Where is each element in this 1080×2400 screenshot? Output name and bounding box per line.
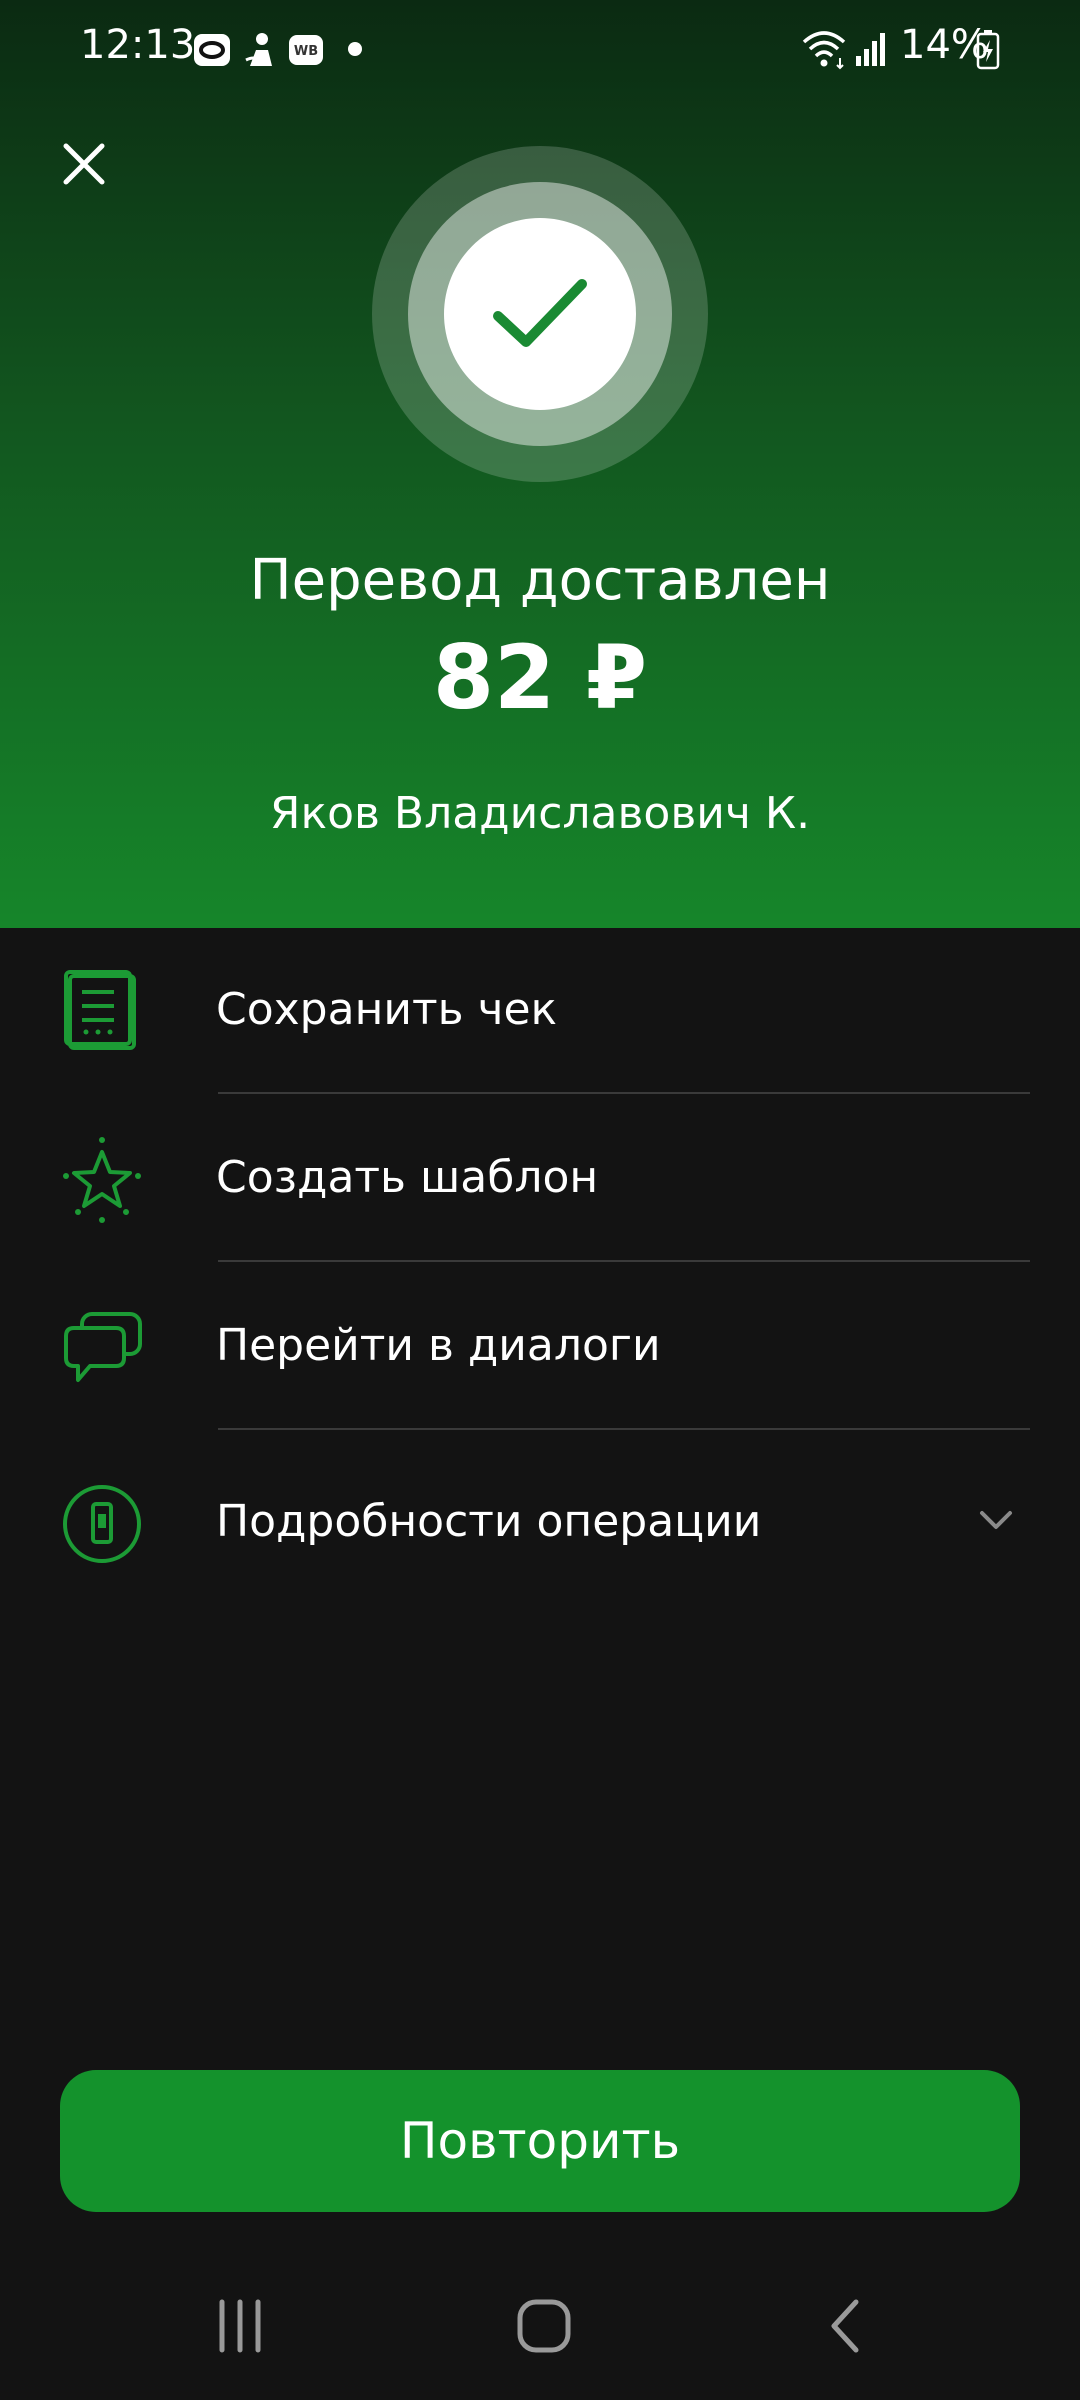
- action-label: Подробности операции: [216, 1496, 762, 1547]
- back-icon[interactable]: [806, 2290, 886, 2362]
- chevron-down-icon[interactable]: [976, 1500, 1016, 1540]
- recipient-name: Яков Владиславович К.: [269, 788, 811, 839]
- phone-details-icon: [58, 1480, 146, 1568]
- oval-app-icon: [192, 30, 232, 74]
- repeat-button[interactable]: Повторить: [60, 2070, 1020, 2212]
- divider: [218, 1092, 1030, 1094]
- success-badge: [372, 146, 708, 482]
- chat-icon: [58, 1304, 146, 1392]
- signal-icon: [854, 30, 888, 72]
- close-button[interactable]: [48, 128, 120, 200]
- wb-app-icon: WB: [288, 32, 324, 72]
- wifi-icon: [800, 28, 848, 74]
- action-label: Перейти в диалоги: [216, 1320, 661, 1371]
- checkmark-icon: [493, 279, 587, 347]
- status-time: 12:13: [80, 22, 196, 68]
- person-app-icon: [240, 30, 280, 74]
- repeat-button-label: Повторить: [399, 2112, 681, 2170]
- divider: [218, 1428, 1030, 1430]
- notification-dot: [348, 42, 362, 56]
- star-icon: [58, 1136, 146, 1224]
- operation-details-button[interactable]: Подробности операции: [0, 1440, 1080, 1608]
- home-icon[interactable]: [504, 2290, 584, 2362]
- action-label: Сохранить чек: [216, 984, 558, 1035]
- close-icon: [63, 143, 105, 185]
- transfer-amount: 82 ₽: [432, 626, 648, 729]
- action-label: Создать шаблон: [216, 1152, 599, 1203]
- recent-apps-icon[interactable]: [200, 2290, 280, 2362]
- battery-charging-icon: [976, 30, 1000, 74]
- status-bar: 12:13 WB 14%: [0, 0, 1080, 100]
- divider: [218, 1260, 1030, 1262]
- save-receipt-button[interactable]: Сохранить чек: [0, 928, 1080, 1096]
- go-to-dialogs-button[interactable]: Перейти в диалоги: [0, 1264, 1080, 1432]
- receipt-icon: [58, 968, 146, 1056]
- svg-text:WB: WB: [294, 44, 318, 59]
- create-template-button[interactable]: Создать шаблон: [0, 1096, 1080, 1264]
- page-title: Перевод доставлен: [249, 548, 831, 613]
